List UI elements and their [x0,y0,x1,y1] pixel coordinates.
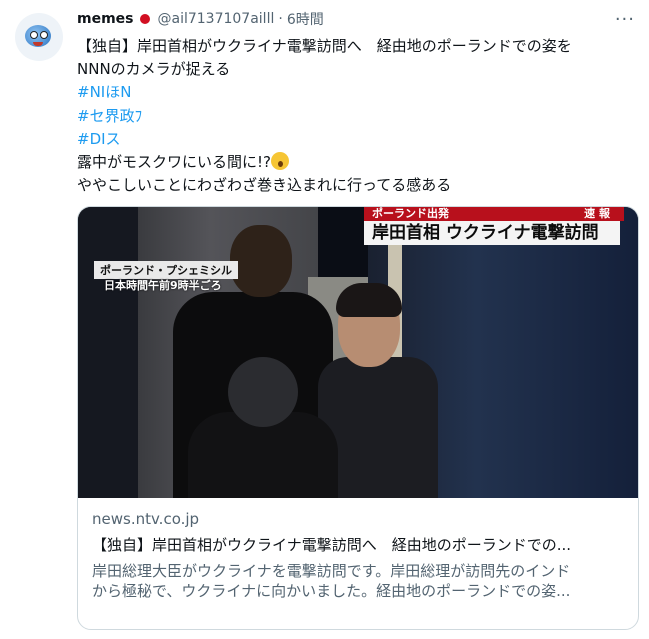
card-domain[interactable]: news.ntv.co.jp [92,509,624,529]
caption-left: ポーランド出発 [372,207,449,220]
tweet-line: 【独自】岸田首相がウクライナ電撃訪問へ 経由地のポーランドでの姿を [77,37,572,55]
person-head [230,225,292,297]
eye-icon [30,31,38,39]
person-hair [336,283,402,317]
person-head [228,357,298,427]
timestamp[interactable]: 6時間 [287,9,324,29]
card-description: 岸田総理大臣がウクライナを電撃訪問です。岸田総理が訪問先のインド から極秘で、ウ… [92,561,624,601]
hashtag-link[interactable]: #NIほN [77,81,637,104]
link-card[interactable]: ポーランド出発 速 報 岸田首相 ウクライナ電撃訪問 ポーランド・プシェミシル … [77,206,639,630]
card-image[interactable]: ポーランド出発 速 報 岸田首相 ウクライナ電撃訪問 ポーランド・プシェミシル … [78,207,638,498]
time-caption: 日本時間午前9時半ごろ [104,279,222,292]
more-horizontal-icon[interactable]: ··· [615,9,635,30]
tweet-text: 【独自】岸田首相がウクライナ電撃訪問へ 経由地のポーランドでの姿を NNNのカメ… [77,35,637,197]
hashtag-link[interactable]: #DIス [77,128,637,151]
user-handle[interactable]: @ail7137107ailll [158,11,275,27]
card-meta: news.ntv.co.jp 【独自】岸田首相がウクライナ電撃訪問へ 経由地のポ… [92,509,624,601]
card-title[interactable]: 【独自】岸田首相がウクライナ電撃訪問へ 経由地のポーランドでの... [92,535,624,555]
headline-caption: 岸田首相 ウクライナ電撃訪問 [364,221,620,245]
red-dot-icon [139,14,150,24]
separator: · [278,11,283,27]
description-line: 岸田総理大臣がウクライナを電撃訪問です。岸田総理が訪問先のインド [92,562,571,580]
tweet-line-text: 露中がモスクワにいる間に!? [77,153,271,172]
tweet-line: 露中がモスクワにいる間に!? [77,151,637,174]
display-name[interactable]: memes [77,11,134,27]
astonished-face-icon [270,152,289,171]
description-line: から極秘で、ウクライナに向かいました。経由地のポーランドでの姿... [92,582,571,600]
hashtag-link[interactable]: #セ界政ﾌ [77,105,637,128]
avatar[interactable] [15,13,63,61]
breaking-label: 速 報 [584,207,610,220]
eye-icon [40,31,48,39]
tweet-line: NNNのカメラが捉える [77,60,231,79]
tweet-header: memes @ail7137107ailll · 6時間 [77,8,324,30]
photo-background [78,207,138,498]
breaking-caption-bar: ポーランド出発 速 報 [364,207,624,221]
tweet-line: ややこしいことにわざわざ巻き込まれに行ってる感ある [77,176,452,195]
